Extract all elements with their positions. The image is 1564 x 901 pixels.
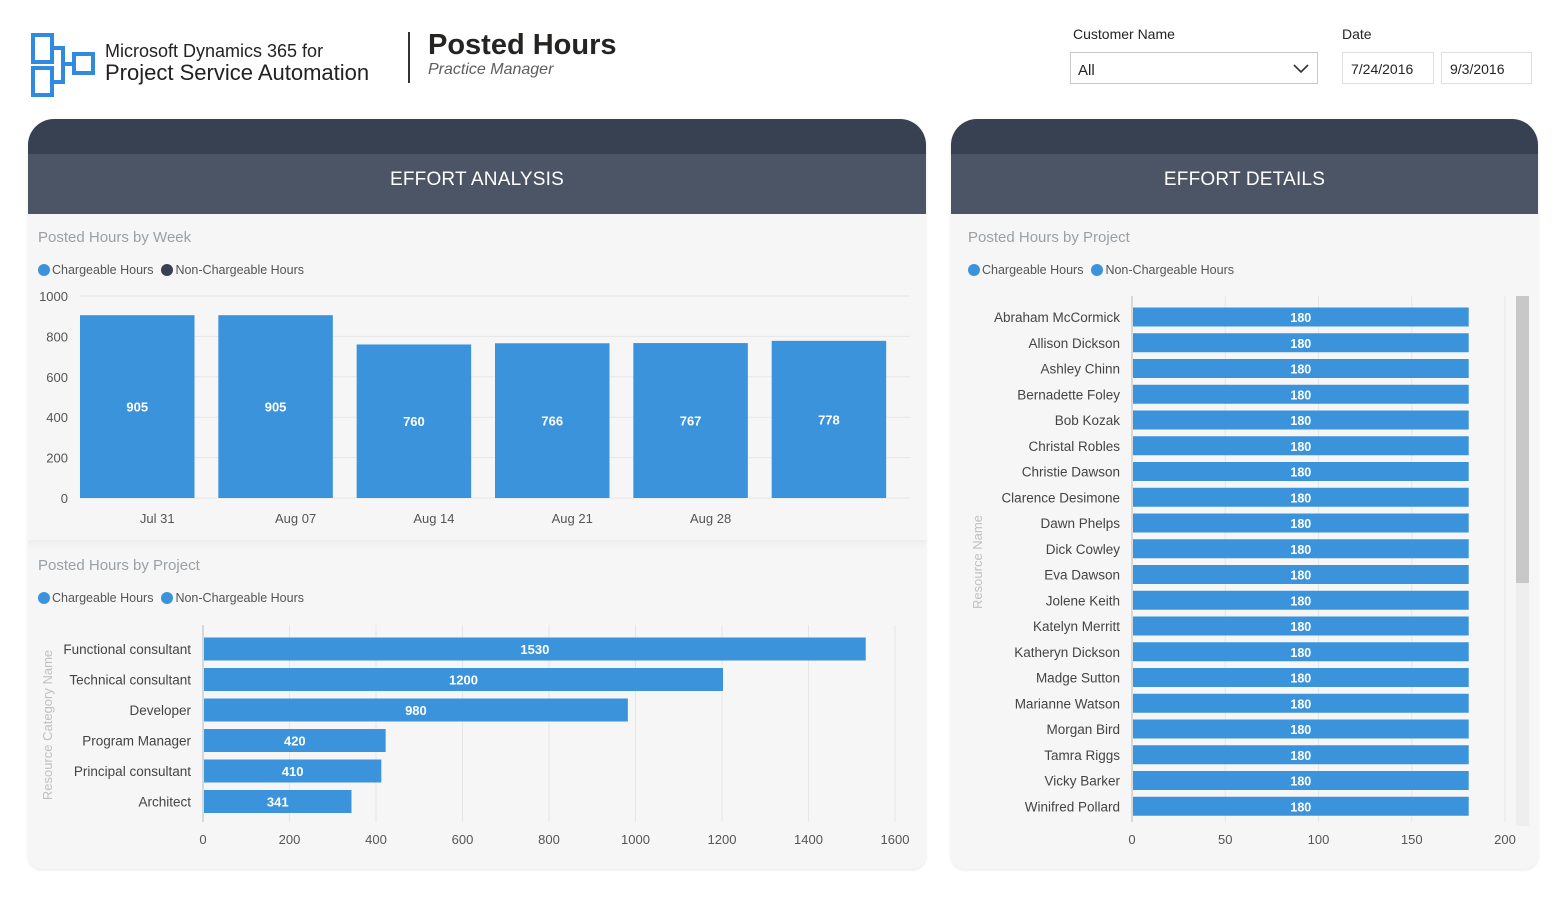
chevron-down-icon — [1293, 64, 1309, 74]
page-title: Posted Hours — [428, 29, 617, 61]
legend-item-chargeable[interactable]: Chargeable Hours — [38, 591, 153, 605]
visual-divider — [28, 540, 926, 550]
week-chart-legend: Chargeable Hours Non-Chargeable Hours — [38, 263, 312, 277]
legend-label: Chargeable Hours — [982, 263, 1084, 277]
legend-label: Non-Chargeable Hours — [175, 263, 304, 277]
legend-label: Non-Chargeable Hours — [175, 591, 304, 605]
legend-dot — [161, 592, 174, 604]
header-divider — [408, 32, 410, 83]
customer-dropdown-value: All — [1078, 62, 1095, 79]
legend-item-non-chargeable[interactable]: Non-Chargeable Hours — [1091, 263, 1234, 277]
week-chart-title: Posted Hours by Week — [38, 229, 192, 246]
date-end-input[interactable]: 9/3/2016 — [1441, 52, 1532, 84]
panel-band-top — [951, 119, 1538, 154]
legend-item-non-chargeable[interactable]: Non-Chargeable Hours — [161, 591, 304, 605]
customer-dropdown[interactable]: All — [1070, 52, 1318, 84]
effort-details-title: EFFORT DETAILS — [951, 154, 1538, 214]
legend-item-chargeable[interactable]: Chargeable Hours — [38, 263, 153, 277]
effort-analysis-title: EFFORT ANALYSIS — [28, 154, 926, 214]
resource-chart-scroll-thumb[interactable] — [1516, 296, 1529, 583]
legend-dot — [38, 592, 50, 604]
date-filter-label: Date — [1342, 26, 1372, 42]
customer-filter-label: Customer Name — [1073, 26, 1175, 42]
legend-label: Chargeable Hours — [52, 591, 154, 605]
psa-logo — [31, 33, 95, 97]
legend-dot — [38, 264, 50, 276]
legend-label: Chargeable Hours — [52, 263, 154, 277]
legend-item-non-chargeable[interactable]: Non-Chargeable Hours — [161, 263, 304, 277]
legend-item-chargeable[interactable]: Chargeable Hours — [968, 263, 1083, 277]
panel-band-top — [28, 119, 926, 154]
category-chart-title: Posted Hours by Project — [38, 557, 200, 574]
resource-chart-title: Posted Hours by Project — [968, 229, 1130, 246]
page-subtitle: Practice Manager — [428, 61, 554, 78]
brand-line-2: Project Service Automation — [105, 60, 370, 85]
date-start-input[interactable]: 7/24/2016 — [1342, 52, 1434, 84]
legend-label: Non-Chargeable Hours — [1105, 263, 1234, 277]
legend-dot — [161, 264, 174, 276]
legend-dot — [968, 264, 980, 276]
category-chart-legend: Chargeable Hours Non-Chargeable Hours — [38, 591, 312, 605]
resource-chart-legend: Chargeable Hours Non-Chargeable Hours — [968, 263, 1242, 277]
brand-line-1: Microsoft Dynamics 365 for — [105, 41, 324, 61]
legend-dot — [1091, 264, 1104, 276]
